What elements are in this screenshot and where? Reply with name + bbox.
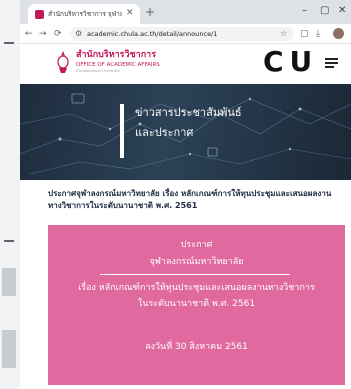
strip-mark: [4, 240, 14, 242]
close-tab-icon[interactable]: ✕: [126, 7, 134, 19]
profile-avatar[interactable]: [333, 28, 344, 39]
cu-brand-logo[interactable]: CU: [263, 46, 318, 78]
notice-subject: เรื่อง หลักเกณฑ์การให้ทุนประชุมและเสนอผล…: [78, 283, 315, 293]
notice-heading: ประกาศ: [180, 240, 213, 250]
hero-accent-bar: [120, 104, 124, 158]
new-tab-button[interactable]: +: [145, 5, 155, 19]
site-info-icon[interactable]: ⚙: [75, 28, 82, 40]
close-window-icon[interactable]: ✕: [338, 4, 346, 18]
extension-icon[interactable]: ▢: [300, 28, 309, 40]
maximize-icon[interactable]: ▢: [320, 4, 329, 18]
browser-toolbar: ← → ⟳ ⚙ academic.chula.ac.th/detail/anno…: [20, 24, 351, 44]
strip-block: [2, 330, 16, 368]
hero-title: ข่าวสารประชาสัมพันธ์: [135, 106, 242, 119]
hero-subtitle: และประกาศ: [135, 126, 194, 139]
hamburger-menu-icon[interactable]: [325, 58, 338, 68]
web-page: สำนักบริหารวิชาการ OFFICE OF ACADEMIC AF…: [20, 44, 351, 389]
address-bar[interactable]: ⚙ academic.chula.ac.th/detail/announce/1…: [70, 27, 294, 41]
minimize-icon[interactable]: –: [302, 4, 307, 18]
download-icon[interactable]: ⤓: [316, 28, 320, 40]
favicon-icon: [35, 10, 44, 19]
notice-divider: [100, 274, 290, 275]
announcement-card: ประกาศ จุฬาลงกรณ์มหาวิทยาลัย เรื่อง หลัก…: [48, 225, 345, 385]
bookmark-star-icon[interactable]: ☆: [280, 28, 287, 40]
strip-mark: [4, 42, 14, 44]
reload-icon[interactable]: ⟳: [54, 28, 62, 40]
notice-date: ลงวันที่ 30 สิงหาคม 2561: [145, 342, 248, 352]
browser-tab[interactable]: สำนักบริหารวิชาการ จุฬาลงกรณ์มห... ✕: [28, 4, 140, 24]
browser-window: สำนักบริหารวิชาการ จุฬาลงกรณ์มห... ✕ + –…: [20, 0, 351, 389]
site-header: สำนักบริหารวิชาการ OFFICE OF ACADEMIC AF…: [20, 44, 351, 84]
logo-thai-name[interactable]: สำนักบริหารวิชาการ: [76, 50, 156, 61]
article-headline: ประกาศจุฬาลงกรณ์มหาวิทยาลัย เรื่อง หลักเ…: [48, 189, 332, 210]
tab-strip: สำนักบริหารวิชาการ จุฬาลงกรณ์มห... ✕ + –…: [20, 0, 351, 24]
logo-english-name[interactable]: OFFICE OF ACADEMIC AFFAIRS: [76, 62, 160, 69]
tab-title: สำนักบริหารวิชาการ จุฬาลงกรณ์มห...: [48, 10, 122, 18]
logo-subtitle: Chulalongkorn University: [76, 69, 120, 73]
university-emblem-icon[interactable]: [56, 51, 70, 73]
desktop-left-strip: [0, 0, 20, 389]
hero-banner: ข่าวสารประชาสัมพันธ์ และประกาศ: [20, 84, 351, 180]
back-icon[interactable]: ←: [25, 28, 33, 40]
notice-subject-cont: ในระดับนานาชาติ พ.ศ. 2561: [137, 299, 256, 309]
strip-block: [2, 268, 16, 296]
notice-university: จุฬาลงกรณ์มหาวิทยาลัย: [149, 257, 244, 267]
forward-icon[interactable]: →: [39, 28, 47, 40]
url-text: academic.chula.ac.th/detail/announce/1: [87, 30, 218, 38]
